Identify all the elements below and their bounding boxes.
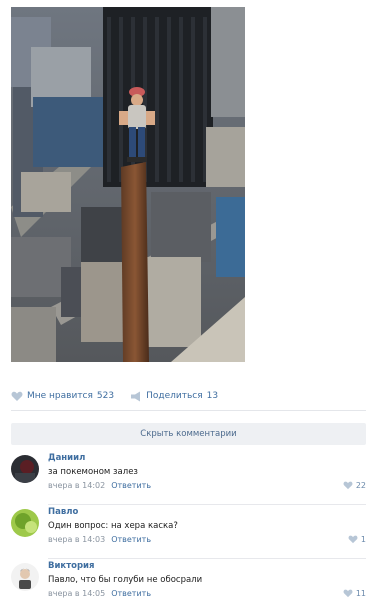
comment-item: Виктория Павло, что бы голуби не обосрал… bbox=[11, 561, 366, 607]
share-label: Поделиться bbox=[146, 391, 203, 401]
user-avatar-light[interactable] bbox=[11, 563, 39, 591]
comment-like-count: 11 bbox=[355, 589, 366, 598]
heart-icon bbox=[11, 391, 23, 401]
comment-like-count: 1 bbox=[360, 535, 366, 544]
comment-divider bbox=[48, 504, 366, 505]
comment-author[interactable]: Виктория bbox=[48, 561, 94, 571]
like-count: 523 bbox=[96, 391, 115, 401]
comment-item: Даниил за покемоном залез вчера в 14:02 О… bbox=[11, 453, 366, 505]
city-skyscraper-worker-photo bbox=[11, 7, 245, 362]
heart-icon bbox=[343, 589, 353, 598]
user-avatar-dark[interactable] bbox=[11, 455, 39, 483]
comment-author[interactable]: Даниил bbox=[48, 453, 85, 463]
comment-text: Павло, что бы голуби не обосрали bbox=[48, 575, 203, 585]
comment-like-count: 22 bbox=[355, 481, 366, 490]
comment-time[interactable]: вчера в 14:02 bbox=[48, 481, 105, 490]
like-button[interactable]: Мне нравится 523 bbox=[11, 391, 114, 402]
comment-text: за покемоном залез bbox=[48, 467, 138, 477]
user-avatar-green[interactable] bbox=[11, 509, 39, 537]
reply-button[interactable]: Ответить bbox=[111, 481, 151, 490]
comment-author[interactable]: Павло bbox=[48, 507, 78, 517]
hide-comments-button[interactable]: Скрыть комментарии bbox=[11, 423, 366, 445]
share-button[interactable]: Поделиться 13 bbox=[130, 391, 218, 402]
comment-time[interactable]: вчера в 14:03 bbox=[48, 535, 105, 544]
reply-button[interactable]: Ответить bbox=[111, 589, 151, 598]
comment-meta: вчера в 14:02 Ответить bbox=[48, 481, 151, 490]
comment-meta: вчера в 14:05 Ответить bbox=[48, 589, 151, 598]
post-photo[interactable] bbox=[11, 7, 245, 362]
comment-like-button[interactable]: 1 bbox=[348, 535, 366, 544]
comment-time[interactable]: вчера в 14:05 bbox=[48, 589, 105, 598]
comment-text: Один вопрос: на хера каска? bbox=[48, 521, 178, 531]
comment-meta: вчера в 14:03 Ответить bbox=[48, 535, 151, 544]
post-actions: Мне нравится 523 Поделиться 13 bbox=[11, 389, 234, 403]
reply-button[interactable]: Ответить bbox=[111, 535, 151, 544]
heart-icon bbox=[348, 535, 358, 544]
comments-section: Скрыть комментарии Даниил за покемоном з… bbox=[0, 411, 377, 607]
comment-divider bbox=[48, 558, 366, 559]
share-count: 13 bbox=[206, 391, 219, 401]
like-label: Мне нравится bbox=[27, 391, 93, 401]
megaphone-icon bbox=[131, 391, 141, 401]
heart-icon bbox=[343, 481, 353, 490]
comment-like-button[interactable]: 11 bbox=[343, 589, 366, 598]
comment-item: Павло Один вопрос: на хера каска? вчера … bbox=[11, 507, 366, 559]
comment-like-button[interactable]: 22 bbox=[343, 481, 366, 490]
